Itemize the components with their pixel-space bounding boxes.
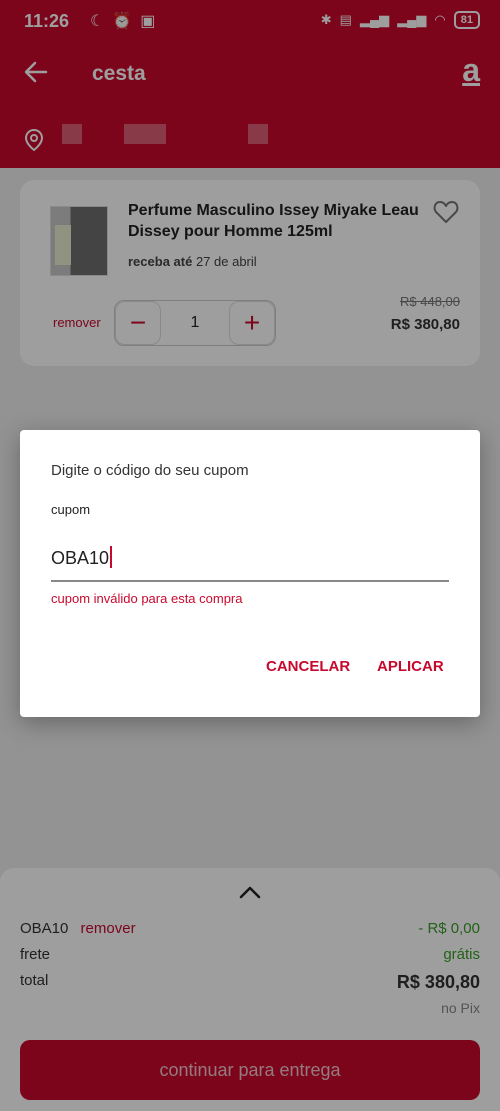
cancel-button[interactable]: CANCELAR [266, 658, 350, 675]
coupon-error-message: cupom inválido para esta compra [51, 591, 243, 606]
coupon-field-label: cupom [51, 502, 91, 517]
coupon-input[interactable]: OBA10 [51, 546, 449, 582]
coupon-dialog: Digite o código do seu cupom cupom OBA10… [20, 430, 480, 717]
text-cursor [110, 546, 113, 568]
coupon-input-value: OBA10 [51, 548, 110, 568]
apply-button[interactable]: APLICAR [377, 658, 444, 675]
dialog-title: Digite o código do seu cupom [51, 462, 249, 479]
